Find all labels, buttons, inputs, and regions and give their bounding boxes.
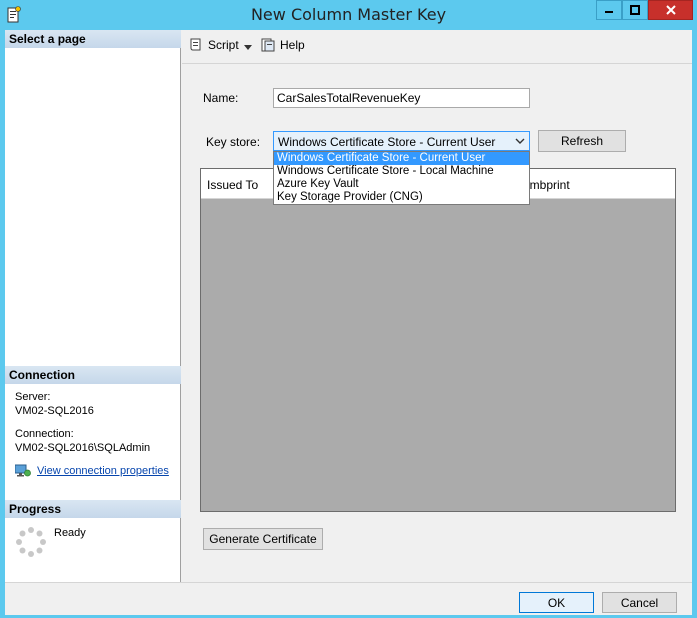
select-page-header: Select a page <box>5 30 181 48</box>
server-label: Server: <box>15 391 51 403</box>
certificate-grid[interactable]: Issued To umbprint <box>200 168 676 512</box>
progress-status: Ready <box>54 527 86 539</box>
connection-label: Connection: <box>15 428 74 440</box>
close-icon <box>665 5 676 15</box>
key-store-select[interactable]: Windows Certificate Store - Current User <box>273 131 530 151</box>
minimize-button[interactable] <box>596 0 622 20</box>
server-value: VM02-SQL2016 <box>15 405 94 417</box>
progress-header: Progress <box>5 500 181 518</box>
toolbar: Script Help <box>182 30 692 64</box>
key-store-option[interactable]: Key Storage Provider (CNG) <box>274 191 529 204</box>
script-icon <box>190 38 201 51</box>
connection-properties-icon <box>15 464 31 477</box>
window-title: New Column Master Key <box>250 5 447 24</box>
help-label: Help <box>280 38 305 52</box>
title-bar[interactable]: New Column Master Key <box>0 0 697 30</box>
key-store-option[interactable]: Azure Key Vault <box>274 178 529 191</box>
cancel-button[interactable]: Cancel <box>602 592 677 613</box>
connection-header: Connection <box>5 366 181 384</box>
dialog-footer: OK Cancel <box>5 582 692 615</box>
dialog-window: New Column Master Key Select a page Conn… <box>0 0 697 618</box>
key-store-option[interactable]: Windows Certificate Store - Current User <box>274 152 529 165</box>
key-store-dropdown-list: Windows Certificate Store - Current User… <box>273 151 530 205</box>
dropdown-chevron-icon <box>515 138 525 144</box>
connection-value: VM02-SQL2016\SQLAdmin <box>15 442 151 454</box>
name-input[interactable] <box>273 88 530 108</box>
script-dropdown-arrow[interactable] <box>244 45 252 50</box>
name-label: Name: <box>203 91 239 105</box>
refresh-button[interactable]: Refresh <box>538 130 626 152</box>
ok-button[interactable]: OK <box>519 592 594 613</box>
left-pane: Select a page Connection Server: VM02-SQ… <box>5 30 181 582</box>
dialog-client-area: Select a page Connection Server: VM02-SQ… <box>5 30 692 615</box>
maximize-icon <box>630 5 640 15</box>
key-store-selected-value: Windows Certificate Store - Current User <box>278 135 496 149</box>
progress-spinner-icon <box>16 527 46 557</box>
script-label: Script <box>208 38 239 52</box>
view-connection-properties[interactable]: View connection properties <box>15 464 169 478</box>
key-store-option[interactable]: Windows Certificate Store - Local Machin… <box>274 165 529 178</box>
script-button[interactable]: Script <box>188 37 239 53</box>
grid-column-issued-to[interactable]: Issued To <box>207 178 258 192</box>
grid-column-thumbprint[interactable]: umbprint <box>523 178 570 192</box>
minimize-icon <box>605 11 613 13</box>
key-store-label: Key store: <box>206 135 261 149</box>
right-pane: Script Help Name: Key store: Windows Cer… <box>182 30 692 582</box>
view-connection-link[interactable]: View connection properties <box>37 465 169 477</box>
generate-certificate-button[interactable]: Generate Certificate <box>203 528 323 550</box>
close-button[interactable] <box>648 0 693 20</box>
help-icon <box>261 38 275 52</box>
help-button[interactable]: Help <box>260 37 305 53</box>
maximize-button[interactable] <box>622 0 648 20</box>
